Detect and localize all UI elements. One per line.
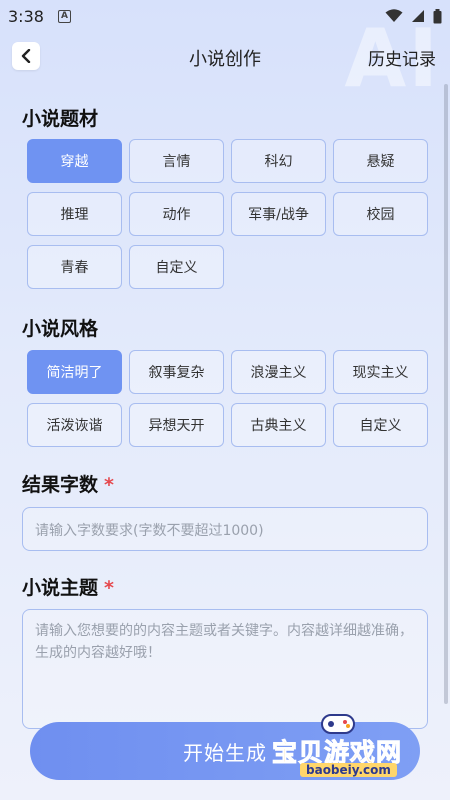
status-time: 3:38 (8, 6, 44, 26)
word-count-input[interactable]: 请输入字数要求(字数不要超过1000) (22, 507, 428, 551)
style-chip[interactable]: 自定义 (333, 403, 428, 447)
genre-section-title: 小说题材 (22, 108, 99, 130)
genre-chip[interactable]: 科幻 (231, 139, 326, 183)
wifi-icon (385, 9, 403, 22)
style-chip[interactable]: 现实主义 (333, 350, 428, 394)
style-chip[interactable]: 简洁明了 (27, 350, 122, 394)
status-icons (385, 8, 442, 24)
genre-chip[interactable]: 推理 (27, 192, 122, 236)
history-button[interactable]: 历史记录 (368, 45, 436, 70)
style-chip[interactable]: 异想天开 (129, 403, 224, 447)
genre-chip[interactable]: 军事/战争 (231, 192, 326, 236)
scrollbar[interactable] (444, 84, 448, 704)
genre-chip[interactable]: 自定义 (129, 245, 224, 289)
style-chip[interactable]: 浪漫主义 (231, 350, 326, 394)
genre-chip[interactable]: 言情 (129, 139, 224, 183)
genre-chip[interactable]: 悬疑 (333, 139, 428, 183)
word-count-title: 结果字数 * (22, 470, 114, 497)
word-count-label: 结果字数 (22, 474, 99, 496)
genre-chip[interactable]: 穿越 (27, 139, 122, 183)
style-section-title: 小说风格 (22, 318, 99, 340)
header: 小说创作 历史记录 (0, 36, 450, 76)
genre-chip[interactable]: 青春 (27, 245, 122, 289)
style-chip[interactable]: 活泼诙谐 (27, 403, 122, 447)
signal-icon (412, 10, 424, 22)
required-mark: * (104, 577, 114, 599)
theme-title: 小说主题 * (22, 573, 114, 600)
start-generate-button[interactable]: 开始生成 (30, 722, 420, 780)
status-bar: 3:38 A (0, 0, 450, 32)
style-chip[interactable]: 古典主义 (231, 403, 326, 447)
style-options: 简洁明了 叙事复杂 浪漫主义 现实主义活泼诙谐 异想天开 古典主义 自定义 (27, 350, 429, 447)
theme-label: 小说主题 (22, 577, 99, 599)
style-chip[interactable]: 叙事复杂 (129, 350, 224, 394)
genre-chip[interactable]: 动作 (129, 192, 224, 236)
battery-icon (433, 8, 442, 23)
genre-chip[interactable]: 校园 (333, 192, 428, 236)
theme-input[interactable]: 请输入您想要的的内容主题或者关键字。内容越详细越准确，生成的内容越好哦！ (22, 609, 428, 729)
required-mark: * (104, 474, 114, 496)
genre-options: 穿越 言情 科幻 悬疑推理 动作 军事/战争 校园青春 自定义 (27, 139, 429, 289)
notification-icon: A (57, 9, 71, 23)
